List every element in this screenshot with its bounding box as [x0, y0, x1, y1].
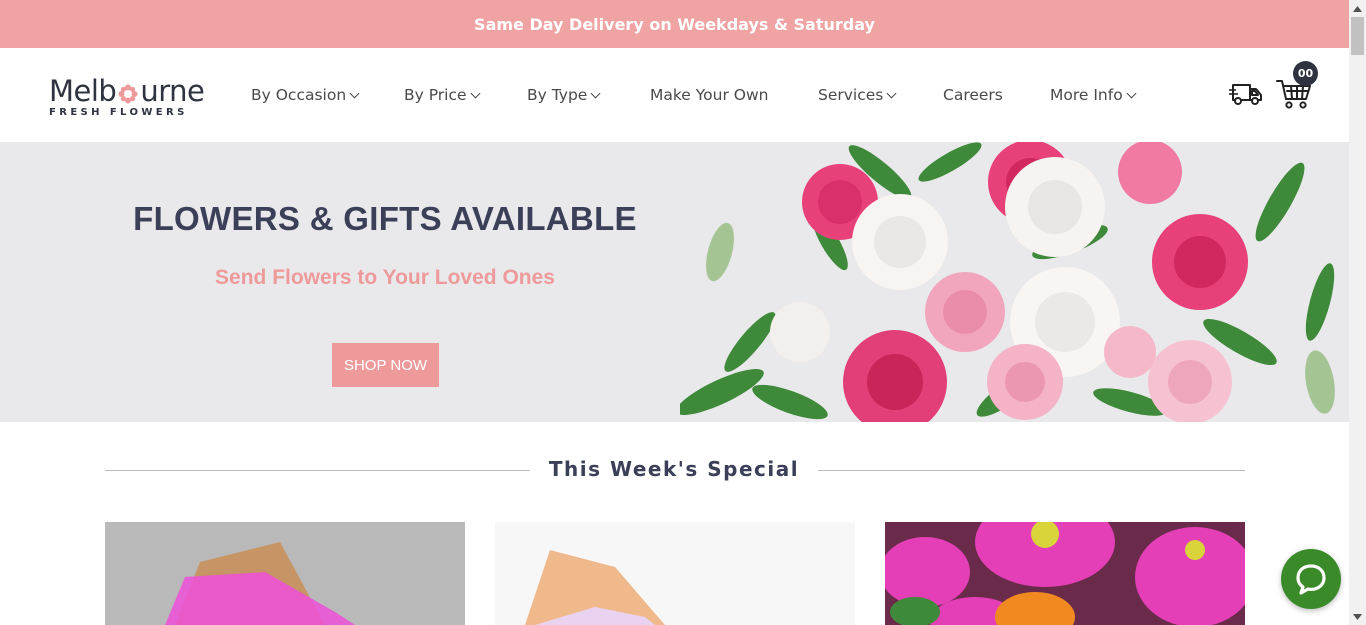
product-card[interactable] — [885, 522, 1245, 625]
cart-count-badge: 00 — [1293, 61, 1318, 86]
chat-bubble-icon — [1296, 564, 1326, 595]
nav-make-your-own[interactable]: Make Your Own — [650, 86, 768, 104]
nav-services[interactable]: Services — [818, 86, 897, 104]
product-image — [105, 522, 465, 625]
section-title: This Week's Special — [548, 457, 800, 481]
page: Same Day Delivery on Weekdays & Saturday… — [0, 0, 1349, 625]
chevron-down-icon — [470, 88, 480, 98]
nav-by-type[interactable]: By Type — [527, 86, 601, 104]
nav-label: Careers — [943, 86, 1003, 104]
product-image — [885, 522, 1245, 625]
hero-title: FLOWERS & GIFTS AVAILABLE — [133, 200, 637, 237]
nav-by-occasion[interactable]: By Occasion — [251, 86, 360, 104]
chevron-down-icon — [349, 88, 360, 98]
announcement-bar: Same Day Delivery on Weekdays & Saturday — [0, 0, 1349, 48]
product-card[interactable] — [495, 522, 855, 625]
nav-careers[interactable]: Careers — [943, 86, 1003, 104]
nav-label: More Info — [1050, 86, 1123, 104]
logo-wordmark: Melb urne — [49, 76, 209, 106]
scroll-down-arrow-icon[interactable] — [1349, 608, 1366, 625]
product-card[interactable] — [105, 522, 465, 625]
divider-line — [105, 470, 530, 471]
divider-line — [818, 470, 1245, 471]
delivery-truck-icon[interactable] — [1229, 80, 1263, 108]
chevron-down-icon — [886, 88, 897, 98]
hero-flower-image — [676, 142, 1349, 422]
logo-tagline: FRESH FLOWERS — [49, 107, 188, 118]
nav-by-price[interactable]: By Price — [404, 86, 480, 104]
nav-label: Services — [818, 86, 884, 104]
logo-text-right: urne — [140, 74, 205, 108]
chevron-down-icon — [590, 88, 601, 98]
hero-subtitle: Send Flowers to Your Loved Ones — [215, 266, 555, 289]
logo-text-left: Melb — [49, 74, 117, 108]
site-header: Melb urne FRESH FLOWERS By Occasion By P… — [0, 48, 1349, 142]
section-heading: This Week's Special — [105, 455, 1245, 485]
hero-banner: FLOWERS & GIFTS AVAILABLE Send Flowers t… — [0, 142, 1349, 422]
flower-logo-icon — [117, 80, 139, 104]
nav-label: By Type — [527, 86, 588, 104]
nav-label: Make Your Own — [650, 86, 769, 104]
announcement-text: Same Day Delivery on Weekdays & Saturday — [474, 14, 875, 34]
shop-now-button[interactable]: SHOP NOW — [332, 343, 439, 387]
scrollbar-thumb[interactable] — [1351, 17, 1364, 55]
page-scrollbar[interactable] — [1349, 0, 1366, 625]
product-image — [495, 522, 855, 625]
chat-button[interactable] — [1281, 549, 1341, 609]
nav-label: By Occasion — [251, 86, 347, 104]
nav-more-info[interactable]: More Info — [1050, 86, 1137, 104]
chevron-down-icon — [1126, 88, 1137, 98]
site-logo[interactable]: Melb urne FRESH FLOWERS — [49, 76, 209, 118]
nav-label: By Price — [404, 86, 467, 104]
scroll-up-arrow-icon[interactable] — [1349, 0, 1366, 17]
